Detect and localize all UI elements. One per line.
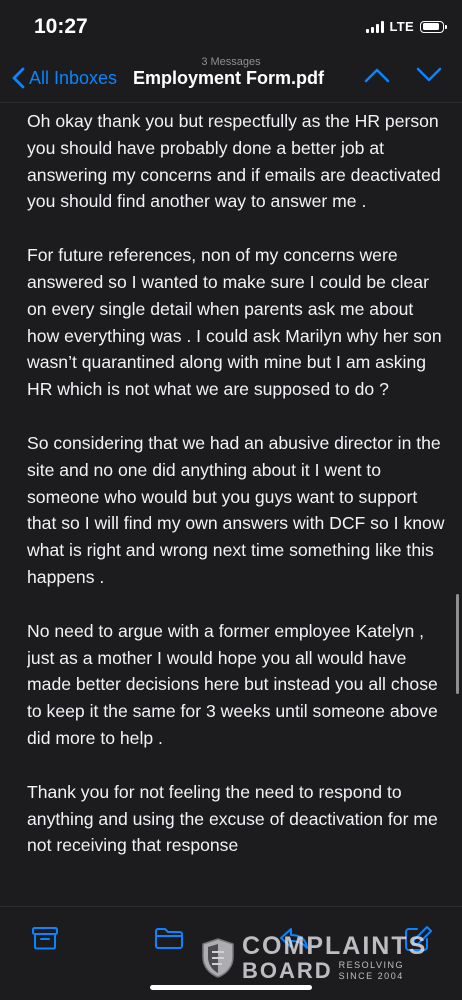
watermark-tag-1: RESOLVING xyxy=(338,960,405,970)
network-type: LTE xyxy=(389,19,414,34)
status-bar: 10:27 LTE xyxy=(0,0,462,52)
message-paragraph: Oh okay thank you but respectfully as th… xyxy=(27,111,441,212)
mail-screen: 10:27 LTE 3 Messages All Inboxes Employm… xyxy=(0,0,462,1000)
message-paragraph: No need to argue with a former employee … xyxy=(27,620,438,748)
chevron-left-icon xyxy=(12,67,25,89)
message-subject: Employment Form.pdf xyxy=(133,68,325,88)
battery-level xyxy=(422,23,439,30)
watermark-line-1: COMPLAINTS xyxy=(242,932,428,960)
message-body[interactable]: Oh okay thank you but respectfully as th… xyxy=(27,108,445,908)
message-paragraph: For future references, non of my concern… xyxy=(27,245,442,400)
battery-icon xyxy=(420,20,447,33)
status-indicators: LTE xyxy=(365,19,447,34)
watermark-text: COMPLAINTS BOARD RESOLVING SINCE 2004 xyxy=(242,934,427,982)
previous-message-button[interactable] xyxy=(364,66,390,84)
home-indicator[interactable] xyxy=(150,985,312,990)
status-time: 10:27 xyxy=(34,15,88,38)
watermark-tagline: RESOLVING SINCE 2004 xyxy=(339,960,404,982)
message-paragraph: Thank you for not feeling the need to re… xyxy=(27,781,438,856)
back-button[interactable]: All Inboxes xyxy=(12,67,117,89)
message-paragraph: So considering that we had an abusive di… xyxy=(27,432,445,587)
next-message-button[interactable] xyxy=(416,66,442,84)
navigation-bar: 3 Messages All Inboxes Employment Form.p… xyxy=(0,52,462,103)
watermark-tag-2: SINCE 2004 xyxy=(338,971,404,981)
watermark-line-2: BOARD xyxy=(242,958,333,983)
watermark-row: BOARD RESOLVING SINCE 2004 xyxy=(242,960,427,982)
message-navigation xyxy=(364,66,442,84)
cellular-signal-icon xyxy=(365,20,384,33)
shield-logo-icon xyxy=(202,938,234,978)
archive-icon[interactable] xyxy=(30,925,60,951)
complaints-board-watermark: COMPLAINTS BOARD RESOLVING SINCE 2004 xyxy=(200,934,427,982)
folder-icon[interactable] xyxy=(153,925,185,951)
scroll-indicator[interactable] xyxy=(456,594,459,694)
back-label: All Inboxes xyxy=(29,67,118,88)
